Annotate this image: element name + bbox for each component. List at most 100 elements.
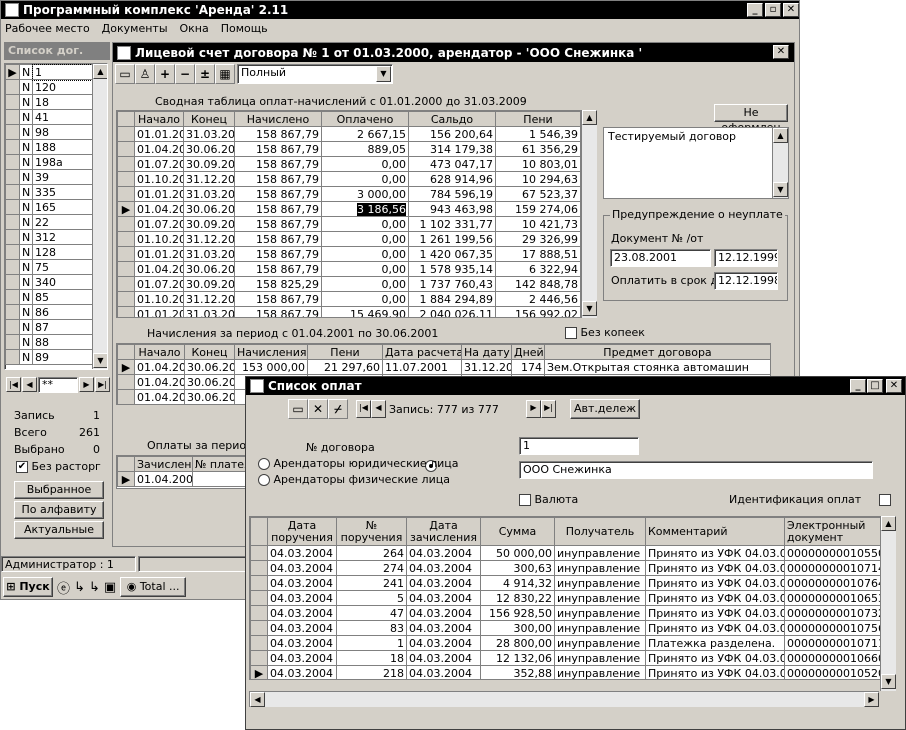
table-row[interactable]: 04.03.2004 241 04.03.2004 4 914,32 инуправле… <box>250 575 884 591</box>
checkbox-empty-icon[interactable] <box>878 494 891 506</box>
list-item[interactable]: N 335 <box>5 184 94 200</box>
ie-icon[interactable]: ⓔ <box>57 578 70 597</box>
table-row[interactable]: 04.03.2004 83 04.03.2004 300,00 инуправление… <box>250 620 884 636</box>
scroll-up-icon[interactable]: ▲ <box>582 110 597 125</box>
chevron-down-icon[interactable]: ▼ <box>376 66 391 82</box>
table-row[interactable]: 04.03.2004 47 04.03.2004 156 928,50 инуправл… <box>250 605 884 621</box>
table-row[interactable]: ▶01.04.200130.06.2001153 000,0021 297,60… <box>117 359 770 375</box>
physical-radio[interactable]: Арендаторы физические лица <box>258 473 450 486</box>
column-header[interactable]: Начало <box>134 111 184 127</box>
table-row[interactable]: 04.03.2004 5 04.03.2004 12 830,22 инуправлен… <box>250 590 884 606</box>
list-item[interactable]: ▶ N 1 <box>5 64 95 81</box>
table-row[interactable]: 04.03.2004 264 04.03.2004 50 000,00 инуправл… <box>250 545 884 561</box>
minimize-button[interactable]: _ <box>747 3 763 17</box>
table-row[interactable]: 01.07.200030.09.2000158 867,790,00473 04… <box>117 156 581 172</box>
list-item[interactable]: N 128 <box>5 244 94 260</box>
new-doc-icon[interactable]: ▭ <box>288 399 308 419</box>
table-row[interactable]: 01.01.200131.03.2001158 867,793 000,0078… <box>117 186 581 202</box>
payments-grid[interactable]: Дата поручения № поручения Дата зачисления… <box>249 516 885 680</box>
alphabet-button[interactable]: По алфавиту <box>14 501 104 519</box>
person-icon[interactable]: ♙ <box>135 64 155 84</box>
last-record-icon[interactable]: ▶| <box>95 377 110 392</box>
column-header[interactable]: Зачисленс <box>134 456 193 472</box>
selected-cell[interactable]: 3 186,56 <box>357 202 406 216</box>
column-header[interactable]: Оплачено <box>321 111 409 127</box>
column-header[interactable]: Сумма <box>480 517 555 546</box>
account-close-button[interactable]: ✕ <box>773 45 789 59</box>
payments-vscrollbar[interactable]: ▲ ▼ <box>880 516 896 691</box>
nav-field[interactable]: ** <box>38 377 78 393</box>
prev-record-icon[interactable]: ◀ <box>22 377 37 392</box>
table-row[interactable]: 01.07.200230.09.2002158 825,290,001 737 … <box>117 276 581 292</box>
summary-grid[interactable]: Начало Конец Начислено Оплачено Сальдо Пени 0… <box>116 110 596 318</box>
table-row[interactable]: 01.04.200230.06.2002158 867,790,001 578 … <box>117 261 581 277</box>
checkbox-checked-icon[interactable]: ✔ <box>16 461 28 473</box>
column-header[interactable]: Предмет договора <box>544 344 770 360</box>
radio-empty-icon[interactable] <box>258 474 270 486</box>
table-row[interactable]: 01.01.200331.03.2003158 867,7915 469,902… <box>117 306 581 317</box>
column-header[interactable]: На дату <box>461 344 512 360</box>
table-row[interactable]: 01.10.200131.12.2001158 867,790,001 261 … <box>117 231 581 247</box>
contract-number-field[interactable]: 1 <box>519 437 639 455</box>
table-row[interactable]: 01.04.200030.06.2000158 867,79889,05314 … <box>117 141 581 157</box>
currency-checkbox[interactable]: Валюта <box>519 493 578 506</box>
no-kopeck-checkbox[interactable]: Без копеек <box>565 326 645 339</box>
table-row[interactable]: 01.01.200031.03.2000158 867,792 667,1515… <box>117 126 581 142</box>
status-unregistered-button[interactable]: Не оформлен <box>714 104 788 134</box>
checkbox-empty-icon[interactable] <box>519 494 531 506</box>
list-item[interactable]: N 98 <box>5 124 94 140</box>
first-record-icon[interactable]: |◀ <box>6 377 21 392</box>
first-record-icon[interactable]: |◀ <box>356 400 371 418</box>
no-termination-checkbox[interactable]: ✔ Без расторг <box>16 460 101 473</box>
column-header[interactable]: № поручения <box>336 517 407 546</box>
scroll-down-icon[interactable]: ▼ <box>773 182 788 197</box>
table-row[interactable]: 04.03.2004 1 04.03.2004 28 800,00 инуправлен… <box>250 635 884 651</box>
list-item[interactable]: N 198a <box>5 154 94 170</box>
table-row[interactable]: ▶01.04.200130.06.2001158 867,79 3 186,569… <box>117 201 581 217</box>
plus-icon[interactable]: + <box>155 64 175 84</box>
mode-select[interactable]: Полный ▼ <box>237 64 393 84</box>
legal-radio[interactable]: Арендаторы юридические лица <box>258 457 459 470</box>
table-row[interactable]: 01.10.200031.12.2000158 867,790,00628 91… <box>117 171 581 187</box>
period-payments-grid[interactable]: Зачисленс№ платеж ▶01.04.200 <box>116 455 246 489</box>
menu-help[interactable]: Помощь <box>221 22 268 38</box>
payments-minimize-button[interactable]: _ <box>850 379 866 393</box>
menu-windows[interactable]: Окна <box>180 22 209 38</box>
column-header[interactable]: Дней <box>511 344 545 360</box>
column-header[interactable]: Дата поручения <box>267 517 337 546</box>
new-icon[interactable]: ▭ <box>115 64 135 84</box>
table-row[interactable]: 01.01.200231.03.2002158 867,790,001 420 … <box>117 246 581 262</box>
column-header[interactable]: Конец <box>183 111 235 127</box>
column-header[interactable]: Пени <box>307 344 383 360</box>
list-item[interactable]: N 18 <box>5 94 94 110</box>
list-item[interactable]: N 41 <box>5 109 94 125</box>
doc-date-field[interactable]: 12.12.1999 <box>714 249 778 267</box>
column-header[interactable]: Начисления <box>234 344 308 360</box>
list-item[interactable]: N 85 <box>5 289 94 305</box>
scroll-down-icon[interactable]: ▼ <box>881 674 896 689</box>
column-header[interactable]: Сальдо <box>408 111 496 127</box>
list-item[interactable]: N 89 <box>5 349 94 365</box>
start-button[interactable]: ⊞ Пуск <box>3 577 53 597</box>
column-header[interactable]: № платеж <box>192 456 245 472</box>
list-item[interactable]: N 75 <box>5 259 94 275</box>
column-header[interactable]: Пени <box>495 111 581 127</box>
table-row[interactable]: ▶ 01.04.200 <box>117 471 245 487</box>
list-item[interactable]: N 87 <box>5 319 94 335</box>
column-header[interactable]: Комментарий <box>645 517 785 546</box>
scroll-down-icon[interactable]: ▼ <box>93 353 107 368</box>
column-header[interactable]: Конец <box>184 344 235 360</box>
scroll-up-icon[interactable]: ▲ <box>881 516 896 531</box>
scroll-down-icon[interactable]: ▼ <box>582 301 597 316</box>
desktop-icon[interactable]: ▣ <box>104 580 116 595</box>
note-text[interactable]: Тестируемый договор ▲ ▼ <box>603 127 789 199</box>
actual-button[interactable]: Актуальные <box>14 521 104 539</box>
quick-launch-icon[interactable]: ↳ <box>74 580 85 595</box>
list-item[interactable]: N 165 <box>5 199 94 215</box>
calendar-icon[interactable]: ▦ <box>215 64 235 84</box>
column-header[interactable]: Получатель <box>554 517 646 546</box>
auto-split-button[interactable]: Авт.дележ <box>570 399 640 419</box>
prev-record-icon[interactable]: ◀ <box>371 400 386 418</box>
table-row[interactable]: 01.07.200130.09.2001158 867,790,001 102 … <box>117 216 581 232</box>
column-header[interactable]: Дата расчета <box>382 344 462 360</box>
